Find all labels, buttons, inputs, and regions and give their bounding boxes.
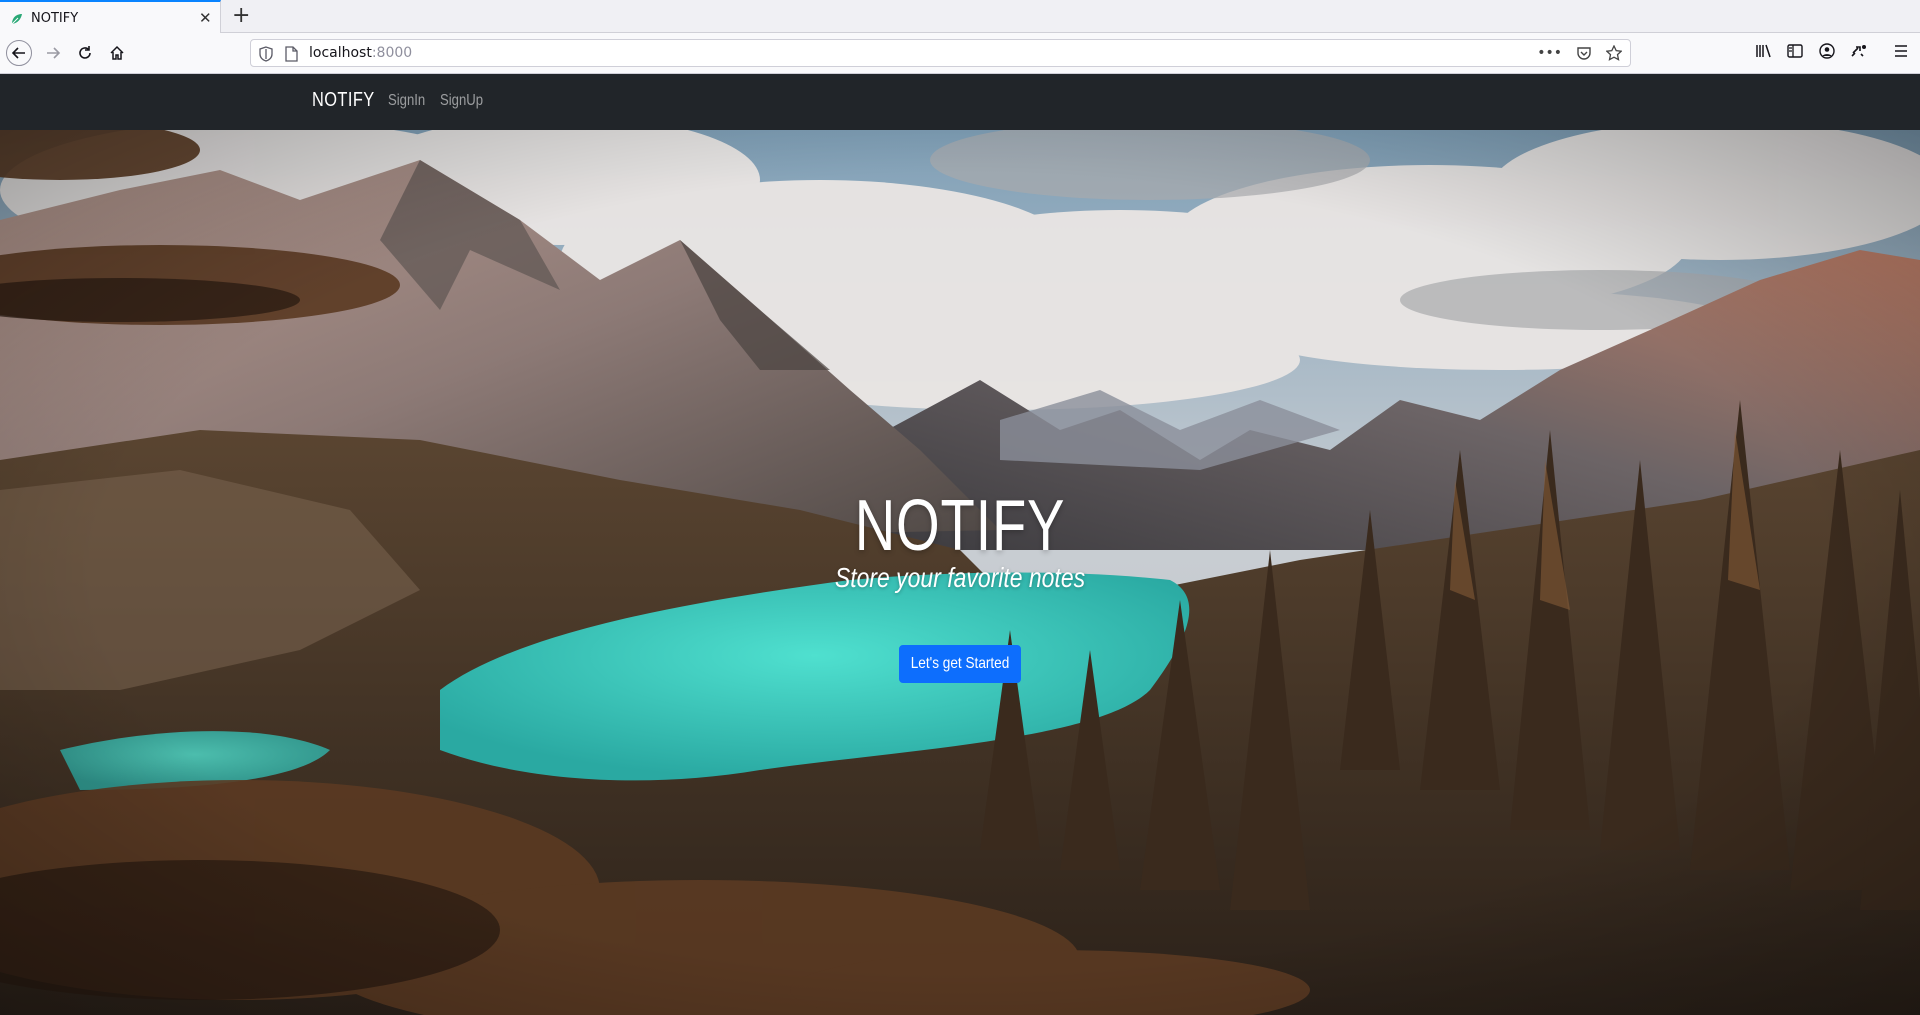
forward-icon bbox=[47, 47, 61, 59]
account-icon bbox=[1819, 43, 1835, 59]
tab-strip: NOTIFY ✕ + bbox=[0, 0, 1920, 34]
site-favicon-icon bbox=[11, 14, 22, 25]
new-tab-icon[interactable]: + bbox=[232, 4, 250, 28]
library-icon bbox=[1756, 44, 1771, 58]
library-button[interactable] bbox=[1755, 43, 1773, 59]
forward-button[interactable] bbox=[40, 40, 66, 66]
extensions-icon bbox=[1851, 45, 1866, 57]
home-icon bbox=[110, 45, 124, 60]
back-icon bbox=[11, 47, 25, 59]
url-text: localhost:8000 bbox=[309, 45, 413, 61]
tab-title: NOTIFY bbox=[31, 11, 79, 26]
page-actions-icon[interactable]: ••• bbox=[1537, 45, 1562, 61]
reload-button[interactable] bbox=[72, 40, 98, 66]
account-button[interactable] bbox=[1819, 43, 1835, 59]
nav-link-signin[interactable]: SignIn bbox=[388, 92, 425, 110]
pocket-icon[interactable] bbox=[1576, 45, 1592, 61]
home-button[interactable] bbox=[104, 40, 130, 66]
sidebar-icon bbox=[1787, 44, 1803, 58]
close-tab-icon[interactable]: ✕ bbox=[199, 10, 212, 26]
reload-icon bbox=[79, 46, 91, 59]
bookmark-star-icon[interactable] bbox=[1606, 45, 1622, 61]
shield-icon[interactable] bbox=[259, 46, 273, 62]
back-button[interactable] bbox=[6, 40, 32, 66]
site-navbar: NOTIFY SignIn SignUp bbox=[0, 74, 1920, 130]
app-menu-button[interactable] bbox=[1893, 43, 1909, 59]
hero-title: NOTIFY bbox=[854, 486, 1066, 566]
hero-subtitle: Store your favorite notes bbox=[834, 562, 1086, 593]
sidebar-button[interactable] bbox=[1787, 43, 1803, 59]
hero-section: NOTIFY Store your favorite notes Let's g… bbox=[0, 130, 1920, 1015]
navbar-brand[interactable]: NOTIFY bbox=[312, 89, 375, 112]
address-bar[interactable]: localhost:8000 ••• bbox=[250, 39, 1631, 67]
browser-tab[interactable]: NOTIFY ✕ bbox=[0, 0, 221, 34]
page-info-icon[interactable] bbox=[285, 46, 298, 62]
nav-link-signup[interactable]: SignUp bbox=[440, 92, 483, 110]
browser-toolbar: localhost:8000 ••• bbox=[0, 33, 1920, 74]
extensions-button[interactable] bbox=[1850, 43, 1868, 59]
menu-icon bbox=[1895, 45, 1907, 57]
get-started-button[interactable]: Let's get Started bbox=[899, 645, 1021, 683]
